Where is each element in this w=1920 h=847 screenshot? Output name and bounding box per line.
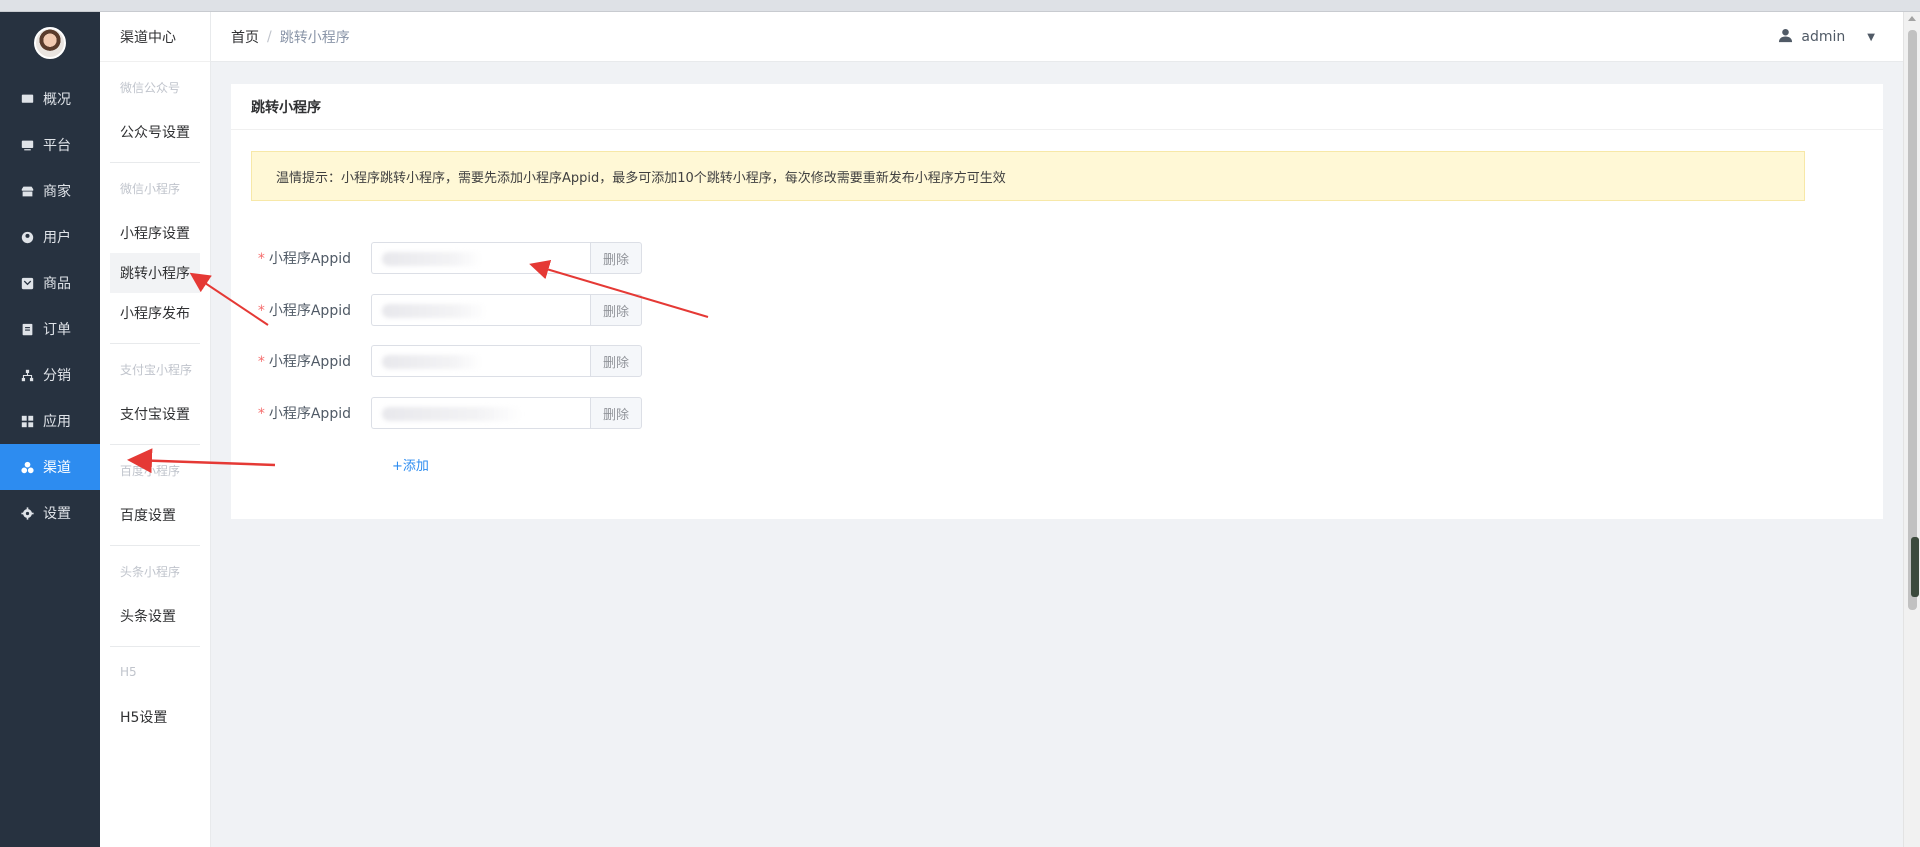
page-scrollbar[interactable] bbox=[1903, 12, 1920, 847]
nav-item-label: 商家 bbox=[43, 184, 71, 200]
appid-input-group: 删除 bbox=[371, 345, 642, 377]
breadcrumb: 首页 / 跳转小程序 bbox=[231, 12, 350, 62]
sub-item-baidu-settings[interactable]: 百度设置 bbox=[100, 495, 210, 535]
nav-item-platform[interactable]: 平台 bbox=[0, 122, 100, 168]
gear-icon bbox=[20, 506, 34, 520]
browser-tab-strip bbox=[0, 0, 1920, 12]
user-icon bbox=[20, 230, 34, 244]
monitor-icon bbox=[20, 138, 34, 152]
caret-down-icon: ▼ bbox=[1867, 31, 1875, 43]
avatar[interactable] bbox=[34, 27, 66, 59]
group-label-baidu: 百度小程序 bbox=[120, 463, 181, 478]
order-icon bbox=[20, 322, 34, 336]
nav-item-label: 应用 bbox=[43, 414, 71, 430]
add-appid-link[interactable]: +添加 bbox=[392, 455, 429, 474]
jump-miniprogram-card: 跳转小程序 温情提示：小程序跳转小程序，需要先添加小程序Appid，最多可添加1… bbox=[231, 84, 1883, 519]
main-sidebar: 概况 平台 商家 用户 商品 订单 分销 应用 渠道 设置 bbox=[0, 12, 100, 847]
appid-row: * 小程序Appid 删除 bbox=[231, 294, 931, 326]
appid-input[interactable] bbox=[371, 397, 590, 429]
nav-item-overview[interactable]: 概况 bbox=[0, 76, 100, 122]
sub-item-toutiao-settings[interactable]: 头条设置 bbox=[100, 596, 210, 636]
sub-item-miniprogram-settings[interactable]: 小程序设置 bbox=[100, 213, 210, 253]
group-label-wechat-official: 微信公众号 bbox=[120, 80, 181, 95]
delete-button[interactable]: 删除 bbox=[590, 242, 642, 274]
appid-input[interactable] bbox=[371, 294, 590, 326]
nav-item-distribution[interactable]: 分销 bbox=[0, 352, 100, 398]
nav-item-user[interactable]: 用户 bbox=[0, 214, 100, 260]
group-label-wechat-miniprogram: 微信小程序 bbox=[120, 181, 181, 196]
group-label-alipay: 支付宝小程序 bbox=[120, 362, 193, 377]
nav-item-label: 订单 bbox=[43, 322, 71, 338]
channel-subsidebar: 渠道中心 微信公众号 公众号设置 微信小程序 小程序设置 跳转小程序 小程序发布… bbox=[100, 12, 211, 847]
nav-item-goods[interactable]: 商品 bbox=[0, 260, 100, 306]
appid-label: * 小程序Appid bbox=[257, 251, 351, 267]
sub-item-miniprogram-publish[interactable]: 小程序发布 bbox=[100, 293, 210, 333]
appid-input-group: 删除 bbox=[371, 397, 642, 429]
appid-input-group: 删除 bbox=[371, 242, 642, 274]
nav-item-label: 商品 bbox=[43, 276, 71, 292]
sub-item-alipay-settings[interactable]: 支付宝设置 bbox=[100, 394, 210, 434]
nav-item-channel[interactable]: 渠道 bbox=[0, 444, 100, 490]
appid-row: * 小程序Appid 删除 bbox=[231, 242, 931, 274]
breadcrumb-home[interactable]: 首页 bbox=[231, 27, 259, 47]
sub-item-official-settings[interactable]: 公众号设置 bbox=[100, 112, 210, 152]
appid-input[interactable] bbox=[371, 345, 590, 377]
sub-item-jump-miniprogram[interactable]: 跳转小程序 bbox=[110, 253, 200, 293]
distribution-icon bbox=[20, 368, 34, 382]
nav-item-apps[interactable]: 应用 bbox=[0, 398, 100, 444]
delete-button[interactable]: 删除 bbox=[590, 294, 642, 326]
appid-input-group: 删除 bbox=[371, 294, 642, 326]
store-icon bbox=[20, 184, 34, 198]
user-icon bbox=[1778, 28, 1801, 47]
required-mark: * bbox=[257, 303, 265, 319]
side-widget-handle[interactable] bbox=[1911, 537, 1919, 597]
breadcrumb-separator: / bbox=[267, 29, 272, 45]
required-mark: * bbox=[257, 406, 265, 422]
appid-label: * 小程序Appid bbox=[257, 303, 351, 319]
nav-item-label: 平台 bbox=[43, 138, 71, 154]
nav-item-settings[interactable]: 设置 bbox=[0, 490, 100, 536]
required-mark: * bbox=[257, 251, 265, 267]
appid-row: * 小程序Appid 删除 bbox=[231, 397, 931, 429]
top-header: 首页 / 跳转小程序 admin ▼ bbox=[211, 12, 1903, 62]
dashboard-icon bbox=[20, 92, 34, 106]
nav-item-order[interactable]: 订单 bbox=[0, 306, 100, 352]
appid-label: * 小程序Appid bbox=[257, 406, 351, 422]
appid-label: * 小程序Appid bbox=[257, 354, 351, 370]
subsidebar-title: 渠道中心 bbox=[100, 12, 210, 62]
sub-item-h5-settings[interactable]: H5设置 bbox=[100, 697, 210, 737]
group-label-toutiao: 头条小程序 bbox=[120, 564, 181, 579]
nav-item-label: 分销 bbox=[43, 368, 71, 384]
nav-item-label: 概况 bbox=[43, 92, 71, 108]
delete-button[interactable]: 删除 bbox=[590, 345, 642, 377]
notice-banner: 温情提示：小程序跳转小程序，需要先添加小程序Appid，最多可添加10个跳转小程… bbox=[251, 151, 1805, 201]
main-nav: 概况 平台 商家 用户 商品 订单 分销 应用 渠道 设置 bbox=[0, 76, 100, 536]
nav-item-label: 渠道 bbox=[43, 460, 71, 476]
scroll-up-icon[interactable] bbox=[1908, 16, 1916, 21]
group-label-h5: H5 bbox=[120, 665, 137, 679]
nav-item-label: 用户 bbox=[43, 230, 71, 246]
appid-input[interactable] bbox=[371, 242, 590, 274]
goods-icon bbox=[20, 276, 34, 290]
delete-button[interactable]: 删除 bbox=[590, 397, 642, 429]
channel-icon bbox=[20, 460, 34, 474]
apps-icon bbox=[20, 414, 34, 428]
nav-item-merchant[interactable]: 商家 bbox=[0, 168, 100, 214]
username: admin bbox=[1801, 29, 1846, 45]
user-menu[interactable]: admin ▼ bbox=[1778, 12, 1875, 62]
appid-row: * 小程序Appid 删除 bbox=[231, 345, 931, 377]
breadcrumb-current: 跳转小程序 bbox=[279, 30, 350, 46]
scrollbar-thumb[interactable] bbox=[1908, 30, 1917, 610]
card-title: 跳转小程序 bbox=[231, 84, 1883, 130]
nav-item-label: 设置 bbox=[43, 506, 71, 522]
required-mark: * bbox=[257, 354, 265, 370]
